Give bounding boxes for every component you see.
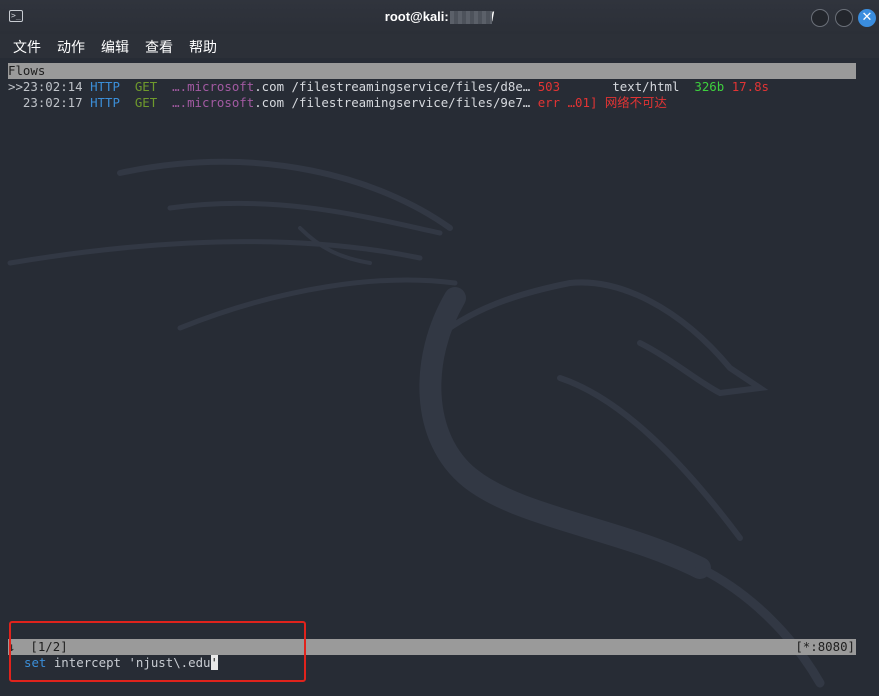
menu-file[interactable]: 文件 [13, 37, 41, 57]
flow-protocol: HTTP [90, 79, 120, 94]
flow-error: …01] 网络不可达 [567, 95, 667, 110]
listen-address: [*:8080] [795, 639, 855, 654]
flow-host-prefix: ….microsoft [172, 95, 255, 110]
flow-host-suffix: .com [254, 79, 285, 94]
menu-bar: 文件 动作 编辑 查看 帮助 [0, 34, 879, 58]
flow-host-prefix: ….microsoft [172, 79, 255, 94]
menu-action[interactable]: 动作 [57, 37, 85, 57]
flow-method: GET [134, 79, 158, 94]
redacted-path [450, 11, 492, 24]
flow-host-suffix: .com [254, 95, 285, 110]
menu-help[interactable]: 帮助 [189, 37, 217, 57]
highlight-box [9, 621, 306, 682]
flow-size: 326b [694, 79, 725, 94]
title-bar: >_ root@kali: /home/ ✕ [0, 0, 879, 35]
flow-path: /filestreamingservice/files/d8e… [291, 79, 531, 94]
flow-protocol: HTTP [90, 95, 120, 110]
close-icon[interactable]: ✕ [858, 9, 876, 27]
flow-method: GET [134, 95, 158, 110]
kali-dragon-watermark [7, 158, 825, 688]
terminal-area[interactable]: Flows >>23:02:14 HTTP GET ….microsoft.co… [0, 58, 879, 696]
flow-duration: 17.8s [731, 79, 770, 94]
flow-status: err [537, 95, 561, 110]
menu-view[interactable]: 查看 [145, 37, 173, 57]
flow-row[interactable]: >>23:02:14 HTTP GET ….microsoft.com /fil… [8, 79, 769, 95]
flow-marker [8, 95, 23, 110]
menu-edit[interactable]: 编辑 [101, 37, 129, 57]
flows-header: Flows [8, 63, 856, 79]
window-title: root@kali: /home/ [384, 9, 495, 24]
flow-content-type: text/html [612, 79, 680, 94]
flow-marker: >> [8, 79, 23, 94]
flow-time: 23:02:14 [22, 79, 83, 94]
minimize-icon[interactable] [811, 9, 829, 27]
flow-row[interactable]: 23:02:17 HTTP GET ….microsoft.com /files… [8, 95, 667, 111]
flow-path: /filestreamingservice/files/9e7… [291, 95, 531, 110]
flow-time: 23:02:17 [22, 95, 83, 110]
maximize-icon[interactable] [835, 9, 853, 27]
flow-status: 503 [537, 79, 561, 94]
